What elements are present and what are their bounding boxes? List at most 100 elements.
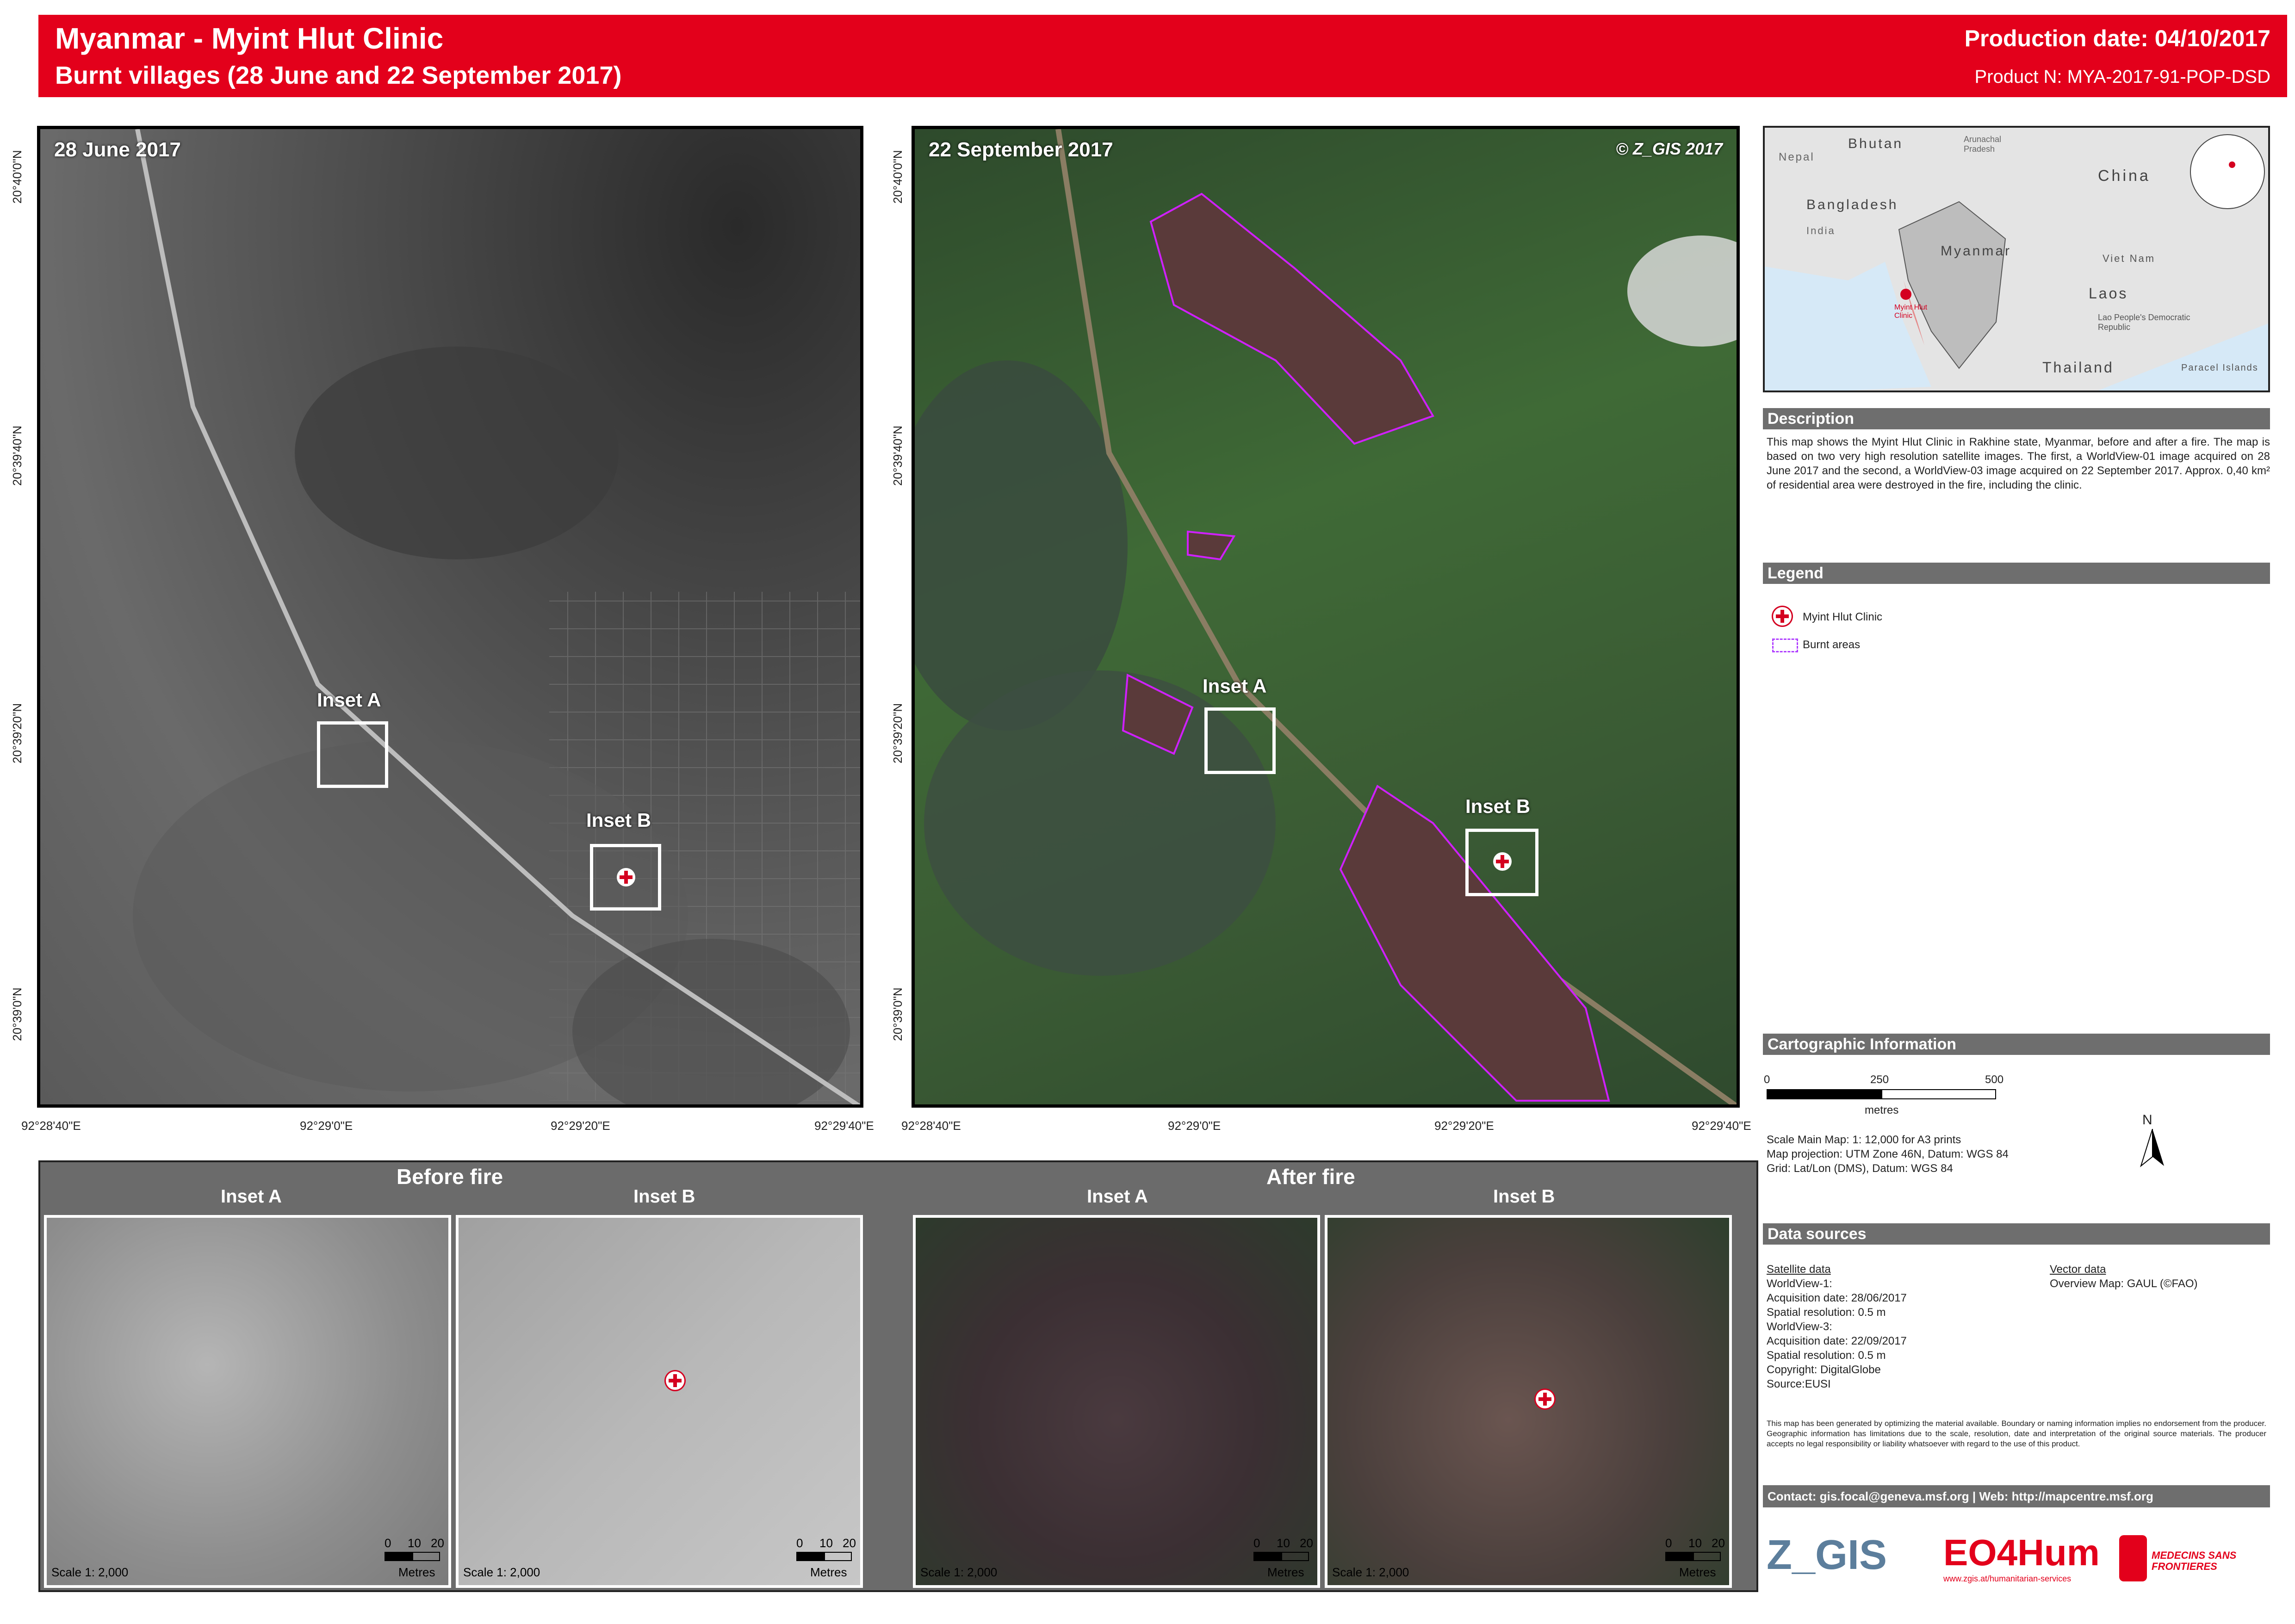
date-label-after: 22 September 2017 <box>929 138 1113 161</box>
lon-label: 92°29'0"E <box>1168 1119 1221 1133</box>
scale-bar <box>1767 1089 1996 1099</box>
satellite-line: Source:EUSI <box>1767 1378 1831 1390</box>
satellite-data-heading: Satellite data <box>1767 1263 1831 1276</box>
disclaimer-text: This map has been generated by optimizin… <box>1767 1419 2266 1448</box>
after-imagery <box>915 129 1737 1104</box>
north-label: N <box>2142 1112 2152 1128</box>
inset-scale-text: Scale 1: 2,000 <box>463 1565 540 1579</box>
label-paracel: Paracel Islands <box>2181 363 2258 373</box>
satellite-line: Spatial resolution: 0.5 m <box>1767 1306 1886 1319</box>
lon-label: 92°29'40"E <box>814 1119 874 1133</box>
clinic-icon[interactable] <box>666 1371 684 1390</box>
carto-line: Map projection: UTM Zone 46N, Datum: WGS… <box>1767 1148 2009 1160</box>
map-after[interactable]: 22 September 2017 © Z_GIS 2017 Inset A I… <box>912 126 1740 1108</box>
scale-tick: 0 <box>1253 1536 1260 1550</box>
scale-unit: Metres <box>810 1565 847 1579</box>
inset-comparison-panel: Before fire After fire Inset A Inset B I… <box>38 1160 1758 1592</box>
lat-label: 20°39'0"N <box>10 987 24 1041</box>
label-laos: Laos <box>2089 285 2128 302</box>
lon-label: 92°29'0"E <box>300 1119 353 1133</box>
lon-label: 92°29'20"E <box>551 1119 610 1133</box>
vector-line: Overview Map: GAUL (©FAO) <box>2050 1277 2198 1290</box>
inset-scale-text: Scale 1: 2,000 <box>1332 1565 1409 1579</box>
data-sources-header: Data sources <box>1763 1223 2270 1245</box>
legend-header: Legend <box>1763 563 2270 584</box>
inset-a-box[interactable] <box>317 721 388 788</box>
scale-unit: Metres <box>1679 1565 1716 1579</box>
inset-a-label: Inset A <box>317 689 381 711</box>
contact-bar[interactable]: Contact: gis.focal@geneva.msf.org | Web:… <box>1763 1485 2270 1507</box>
lat-label: 20°39'40"N <box>891 425 905 486</box>
overview-shapes <box>1765 128 2268 391</box>
product-number: Product N: MYA-2017-91-POP-DSD <box>1974 67 2270 87</box>
label-myanmar: Myanmar <box>1941 243 2012 259</box>
msf-logo-icon <box>2119 1535 2147 1581</box>
inset-a-heading: Inset A <box>221 1186 282 1207</box>
label-india: India <box>1806 225 1836 236</box>
after-fire-title: After fire <box>1266 1165 1355 1189</box>
production-date: Production date: 04/10/2017 <box>1964 25 2270 51</box>
lon-label: 92°29'20"E <box>1434 1119 1494 1133</box>
inset-a-before[interactable]: Scale 1: 2,000 0 10 20 Metres <box>44 1215 451 1588</box>
cartographic-header: Cartographic Information <box>1763 1034 2270 1055</box>
lat-label: 20°39'20"N <box>10 703 24 763</box>
clinic-icon[interactable] <box>617 868 635 886</box>
scale-unit: Metres <box>1267 1565 1304 1579</box>
eo4hum-url: www.zgis.at/humanitarian-services <box>1943 1574 2072 1583</box>
map-before[interactable]: 28 June 2017 Inset A Inset B <box>37 126 863 1108</box>
scale-bar <box>1665 1552 1721 1561</box>
scale-unit: metres <box>1865 1104 1899 1116</box>
map-title: Myanmar - Myint Hlut Clinic <box>55 22 444 55</box>
inset-b-after[interactable]: Scale 1: 2,000 0 10 20 Metres <box>1325 1215 1732 1588</box>
label-vietnam: Viet Nam <box>2103 253 2156 264</box>
lat-label: 20°40'0"N <box>10 150 24 204</box>
msf-logo-text: MEDECINS SANS FRONTIERES <box>2152 1550 2237 1572</box>
carto-line: Grid: Lat/Lon (DMS), Datum: WGS 84 <box>1767 1162 1953 1175</box>
scale-tick: 10 <box>1688 1536 1702 1550</box>
satellite-line: WorldView-1: <box>1767 1277 1832 1290</box>
scale-tick-500: 500 <box>1985 1073 2004 1086</box>
before-imagery <box>133 129 860 1104</box>
lat-label: 20°40'0"N <box>891 150 905 204</box>
date-label-before: 28 June 2017 <box>54 138 181 161</box>
inset-scale-text: Scale 1: 2,000 <box>51 1565 129 1579</box>
scale-tick: 10 <box>819 1536 833 1550</box>
scale-bar <box>385 1552 440 1561</box>
scale-bar <box>796 1552 852 1561</box>
label-china: China <box>2098 167 2151 185</box>
label-arunachal: Arunachal Pradesh <box>1964 135 2002 154</box>
description-header: Description <box>1763 408 2270 429</box>
description-text: This map shows the Myint Hlut Clinic in … <box>1767 436 2270 491</box>
carto-line: Scale Main Map: 1: 12,000 for A3 prints <box>1767 1134 1961 1146</box>
inset-scale-text: Scale 1: 2,000 <box>920 1565 998 1579</box>
lon-label: 92°28'40"E <box>21 1119 81 1133</box>
overview-map[interactable]: Bhutan Arunachal Pradesh Nepal Banglades… <box>1763 126 2270 392</box>
inset-a-heading: Inset A <box>1087 1186 1148 1207</box>
scale-tick: 10 <box>408 1536 421 1550</box>
clinic-icon[interactable] <box>1536 1390 1554 1408</box>
label-thailand: Thailand <box>2042 359 2114 376</box>
north-arrow-icon <box>2140 1129 2164 1167</box>
label-lao-pdr: Lao People's Democratic Republic <box>2098 313 2190 332</box>
legend-clinic-label: Myint Hlut Clinic <box>1803 611 1883 623</box>
satellite-line: Acquisition date: 22/09/2017 <box>1767 1335 1907 1347</box>
scale-tick: 20 <box>431 1536 444 1550</box>
inset-b-before[interactable]: Scale 1: 2,000 0 10 20 Metres <box>456 1215 863 1588</box>
scale-unit: Metres <box>398 1565 435 1579</box>
lat-label: 20°39'40"N <box>10 425 24 486</box>
label-nepal: Nepal <box>1779 151 1815 163</box>
clinic-icon[interactable] <box>1493 852 1512 871</box>
lat-label: 20°39'0"N <box>891 987 905 1041</box>
label-clinic: Myint Hlut Clinic <box>1894 304 1928 320</box>
satellite-line: Spatial resolution: 0.5 m <box>1767 1349 1886 1362</box>
inset-b-heading: Inset B <box>1493 1186 1555 1207</box>
eo4hum-logo: EO4Hum <box>1943 1532 2100 1573</box>
inset-a-after[interactable]: Scale 1: 2,000 0 10 20 Metres <box>913 1215 1320 1588</box>
before-fire-title: Before fire <box>397 1165 503 1189</box>
inset-a-box[interactable] <box>1204 707 1276 774</box>
scale-bar <box>1253 1552 1309 1561</box>
scale-tick: 20 <box>1712 1536 1725 1550</box>
zgis-logo: Z_GIS <box>1767 1532 1887 1578</box>
label-bangladesh: Bangladesh <box>1806 197 1898 212</box>
scale-tick: 0 <box>385 1536 391 1550</box>
